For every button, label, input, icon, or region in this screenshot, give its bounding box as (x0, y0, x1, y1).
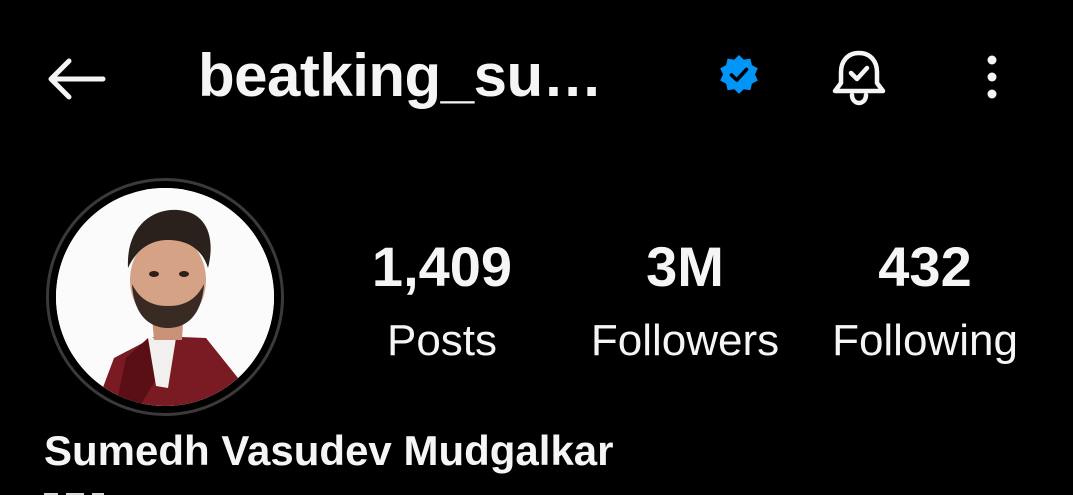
following-value: 432 (878, 235, 972, 298)
profile-header: beatking_su… (0, 0, 1073, 160)
back-button[interactable] (36, 44, 116, 114)
verified-badge-icon (720, 55, 758, 94)
bio-text-cutoff (44, 486, 164, 495)
arrow-left-icon (48, 58, 106, 100)
posts-value: 1,409 (371, 235, 513, 298)
profile-username: beatking_su… (198, 42, 603, 109)
more-options-button[interactable] (968, 44, 1016, 110)
following-label: Following (832, 316, 1018, 365)
profile-photo-illustration (56, 188, 274, 406)
bell-check-icon (832, 50, 886, 106)
posts-count[interactable]: 1,409 Posts (342, 228, 542, 376)
posts-label: Posts (386, 316, 498, 365)
followers-count[interactable]: 3M Followers (570, 228, 800, 376)
profile-stats: 1,409 Posts 3M Followers 432 Following (330, 228, 1060, 378)
more-vertical-icon (987, 55, 997, 99)
following-count[interactable]: 432 Following (810, 228, 1040, 376)
notifications-button[interactable] (826, 44, 892, 110)
profile-photo (56, 188, 274, 406)
followers-label: Followers (590, 316, 780, 365)
followers-value: 3M (646, 235, 724, 298)
profile-avatar[interactable] (46, 178, 284, 416)
profile-full-name: Sumedh Vasudev Mudgalkar (44, 427, 614, 474)
